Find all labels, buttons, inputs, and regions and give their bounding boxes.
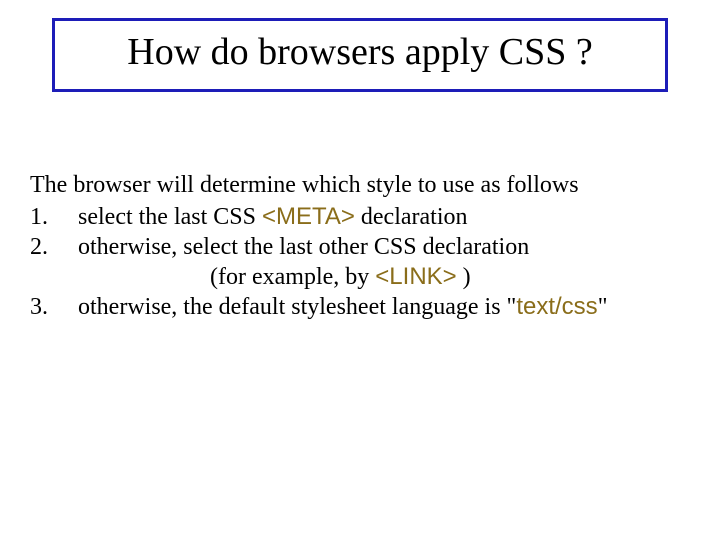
item-number: 3.	[30, 292, 78, 322]
code-run: <META>	[262, 203, 355, 230]
list-item: 3. otherwise, the default stylesheet lan…	[30, 292, 690, 322]
text-run: )	[457, 264, 471, 290]
ordered-list: 1. select the last CSS <META> declaratio…	[30, 202, 690, 322]
item-text: otherwise, select the last other CSS dec…	[78, 232, 690, 262]
intro-text: The browser will determine which style t…	[30, 170, 690, 200]
slide-title: How do browsers apply CSS ?	[127, 31, 592, 73]
text-run: declaration	[355, 204, 468, 230]
text-run: "	[598, 294, 608, 320]
item-text: otherwise, the default stylesheet langua…	[78, 292, 690, 322]
code-run: <LINK>	[375, 263, 456, 290]
code-run: text/css	[516, 293, 597, 320]
item-text: select the last CSS <META> declaration	[78, 202, 690, 232]
text-run: otherwise, select the last other CSS dec…	[78, 234, 529, 260]
text-run: (for example, by	[210, 264, 375, 290]
slide: How do browsers apply CSS ? The browser …	[0, 0, 720, 540]
title-box: How do browsers apply CSS ?	[52, 18, 668, 92]
item-number: 1.	[30, 202, 78, 232]
list-item: 1. select the last CSS <META> declaratio…	[30, 202, 690, 232]
list-item: 2. otherwise, select the last other CSS …	[30, 232, 690, 262]
text-run: otherwise, the default stylesheet langua…	[78, 294, 516, 320]
slide-body: The browser will determine which style t…	[30, 170, 690, 322]
text-run: select the last CSS	[78, 204, 262, 230]
item-number: 2.	[30, 232, 78, 262]
item-continuation: (for example, by <LINK> )	[30, 262, 690, 292]
